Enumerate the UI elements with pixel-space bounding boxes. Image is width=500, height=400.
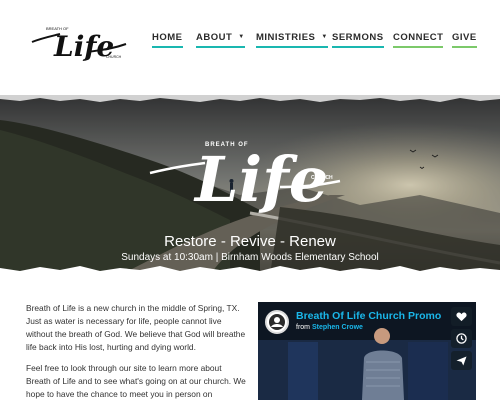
nav-underline: [393, 46, 444, 48]
nav-give-label: GIVE: [452, 32, 477, 43]
nav-connect-label: CONNECT: [393, 32, 444, 43]
chevron-down-icon: ▼: [238, 34, 245, 40]
nav-about[interactable]: ABOUT ▼: [196, 32, 245, 50]
nav-home-label: HOME: [152, 32, 183, 43]
hero-logo-small-bottom: CHURCH: [311, 175, 333, 181]
send-icon: [456, 355, 467, 366]
hero-service-info: Sundays at 10:30am | Birnham Woods Eleme…: [121, 252, 379, 263]
heart-icon: [456, 312, 467, 321]
nav-about-label: ABOUT: [196, 32, 233, 43]
watch-later-button[interactable]: [451, 329, 472, 348]
hero-tagline: Restore - Revive - Renew: [164, 233, 336, 250]
video-avatar[interactable]: [265, 310, 289, 334]
intro-paragraph-2: Feel free to look through our site to le…: [26, 363, 246, 399]
nav-home[interactable]: HOME: [152, 32, 183, 50]
nav-underline: [152, 46, 183, 48]
nav-underline: [196, 46, 245, 48]
video-player[interactable]: Breath Of Life Church Promo from Stephen…: [258, 302, 476, 400]
nav-underline: [256, 46, 328, 48]
nav-underline: [332, 46, 384, 48]
user-avatar-icon: [269, 314, 285, 330]
nav-sermons[interactable]: SERMONS: [332, 32, 384, 50]
video-title[interactable]: Breath Of Life Church Promo: [296, 310, 441, 322]
share-button[interactable]: [451, 351, 472, 370]
nav-underline: [452, 46, 477, 48]
video-byline: from Stephen Crowe: [296, 324, 363, 331]
nav-sermons-label: SERMONS: [332, 32, 384, 43]
site-header: BREATH OF Life CHURCH HOME ABOUT ▼ MINIS…: [0, 0, 500, 95]
video-from-label: from: [296, 324, 310, 331]
intro-paragraph-1: Breath of Life is a new church in the mi…: [26, 303, 246, 352]
video-author-link[interactable]: Stephen Crowe: [312, 324, 363, 331]
logo-small-bottom: CHURCH: [106, 55, 122, 59]
main-nav: HOME ABOUT ▼ MINISTRIES ▼ SERMONS CONNEC…: [0, 32, 500, 52]
clock-icon: [456, 333, 467, 344]
like-button[interactable]: [451, 307, 472, 326]
nav-ministries-label: MINISTRIES: [256, 32, 316, 43]
nav-ministries[interactable]: MINISTRIES ▼: [256, 32, 328, 50]
nav-connect[interactable]: CONNECT: [393, 32, 444, 50]
chevron-down-icon: ▼: [321, 34, 328, 40]
nav-give[interactable]: GIVE: [452, 32, 477, 50]
hero-logo-text: Life: [193, 143, 328, 216]
hero-banner: BREATH OF Life CHURCH Restore - Revive -…: [0, 95, 500, 275]
